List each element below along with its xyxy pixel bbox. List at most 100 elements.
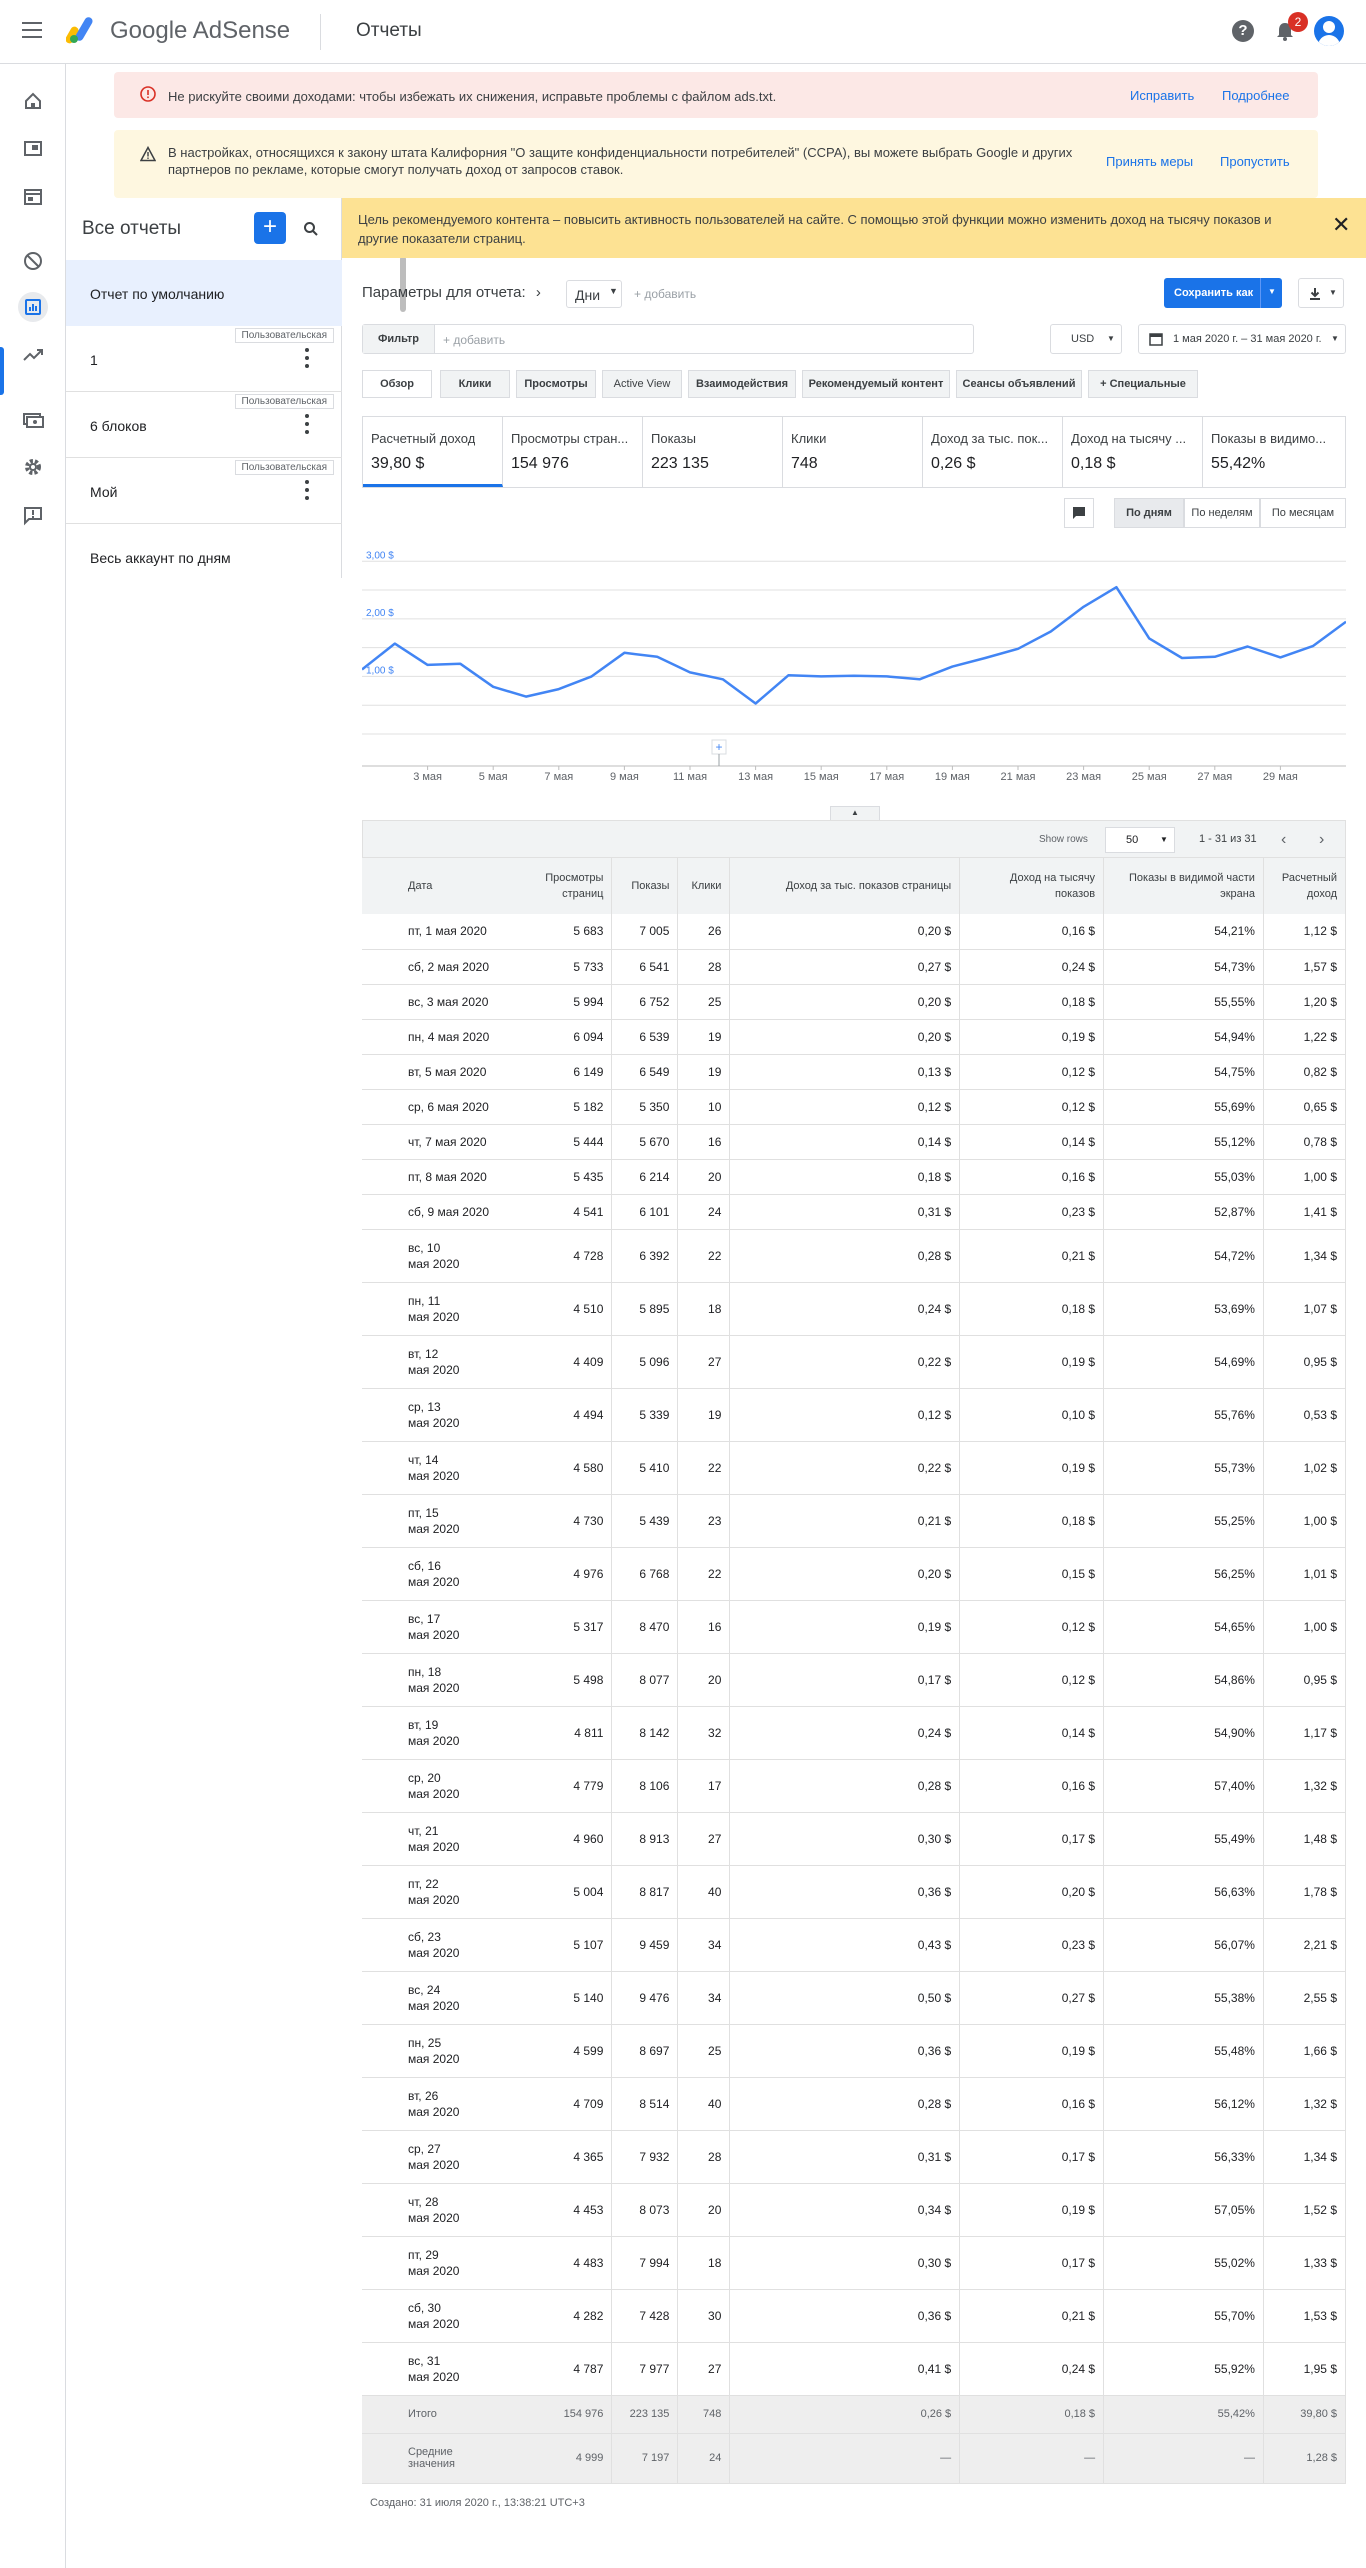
tab-clicks[interactable]: Клики — [440, 370, 510, 398]
caret-down-icon[interactable]: ▼ — [1268, 287, 1276, 296]
data-point[interactable] — [1209, 651, 1221, 663]
data-point[interactable] — [651, 651, 663, 663]
more-vert-icon[interactable] — [304, 412, 310, 436]
data-point[interactable] — [750, 697, 762, 709]
data-point[interactable] — [782, 669, 794, 681]
currency-value: USD — [1071, 333, 1095, 345]
download-button[interactable]: ▼ — [1298, 278, 1344, 308]
data-point[interactable] — [979, 652, 991, 664]
data-point[interactable] — [1143, 632, 1155, 644]
earnings-series-line[interactable] — [362, 585, 1346, 705]
fix-link[interactable]: Исправить — [1130, 88, 1194, 103]
by-day-toggle[interactable]: По дням — [1114, 498, 1184, 528]
add-dimension-link[interactable]: + добавить — [634, 287, 696, 301]
save-as-button[interactable]: Сохранить как ▼ — [1164, 278, 1282, 308]
date-range-select[interactable]: 1 мая 2020 г. – 31 мая 2020 г. ▼ — [1138, 324, 1346, 354]
more-vert-icon[interactable] — [304, 478, 310, 502]
avatar[interactable] — [1314, 16, 1344, 46]
data-point[interactable] — [454, 658, 466, 670]
blocking-icon[interactable] — [18, 246, 48, 276]
sites-icon[interactable] — [18, 182, 48, 212]
table-cell: 4 728 — [509, 1229, 613, 1283]
data-point[interactable] — [422, 659, 434, 671]
adsense-logo[interactable] — [66, 16, 98, 44]
metric-page-rpm[interactable]: Доход за тыс. пок... 0,26 $ — [923, 417, 1063, 487]
add-report-button[interactable]: + — [254, 212, 286, 244]
tab-interactions[interactable]: Взаимодействия — [688, 370, 796, 398]
col-header[interactable]: Клики — [677, 858, 731, 914]
reports-icon[interactable] — [18, 292, 48, 322]
data-point[interactable] — [881, 670, 893, 682]
report-item-6-blocks[interactable]: Пользовательская 6 блоков — [66, 392, 342, 458]
next-page-icon[interactable]: › — [1319, 831, 1324, 849]
by-week-toggle[interactable]: По неделям — [1184, 498, 1260, 528]
currency-select[interactable]: USD ▼ — [1050, 324, 1122, 354]
tab-active-view[interactable]: Active View — [602, 370, 682, 398]
report-item-my[interactable]: Пользовательская Мой — [66, 458, 342, 524]
report-item-1[interactable]: Пользовательская 1 — [66, 326, 342, 392]
dimension-select[interactable]: Дни ▼ — [566, 280, 622, 308]
metric-impressions[interactable]: Показы 223 135 — [643, 417, 783, 487]
take-action-link[interactable]: Принять меры — [1106, 154, 1193, 169]
col-header[interactable]: Доход на тысячу показов — [959, 858, 1105, 914]
data-point[interactable] — [815, 670, 827, 682]
data-point[interactable] — [586, 670, 598, 682]
data-point[interactable] — [1307, 640, 1319, 652]
metric-clicks[interactable]: Клики 748 — [783, 417, 923, 487]
home-icon[interactable] — [18, 86, 48, 116]
report-item-default[interactable]: Отчет по умолчанию — [66, 260, 342, 326]
data-point[interactable] — [1045, 626, 1057, 638]
col-header[interactable]: Дата — [362, 858, 510, 914]
metric-impression-rpm[interactable]: Доход на тысячу ... 0,18 $ — [1063, 417, 1203, 487]
tab-ad-sessions[interactable]: Сеансы объявлений — [956, 370, 1082, 398]
annotations-button[interactable] — [1064, 498, 1094, 528]
help-icon[interactable]: ? — [1232, 20, 1254, 42]
data-point[interactable] — [520, 691, 532, 703]
data-point[interactable] — [618, 647, 630, 659]
data-point[interactable] — [389, 638, 401, 650]
data-point[interactable] — [914, 673, 926, 685]
optimization-icon[interactable] — [18, 340, 48, 370]
prev-page-icon[interactable]: ‹ — [1281, 831, 1286, 849]
filter-input[interactable]: + добавить — [443, 333, 505, 347]
close-icon[interactable]: ✕ — [1332, 212, 1350, 238]
tab-custom[interactable]: + Специальные — [1088, 370, 1198, 398]
col-header[interactable]: Расчетный доход — [1263, 858, 1347, 914]
metric-page-views[interactable]: Просмотры стран... 154 976 — [503, 417, 643, 487]
data-point[interactable] — [848, 670, 860, 682]
settings-icon[interactable] — [18, 452, 48, 482]
learn-more-link[interactable]: Подробнее — [1222, 88, 1289, 103]
col-header[interactable]: Показы — [611, 858, 679, 914]
data-point[interactable] — [1110, 581, 1122, 593]
data-point[interactable] — [946, 661, 958, 673]
collapse-chart-button[interactable]: ▲ — [830, 806, 880, 820]
tab-recommended-content[interactable]: Рекомендуемый контент — [802, 370, 950, 398]
col-header[interactable]: Просмотры страниц — [509, 858, 613, 914]
data-point[interactable] — [487, 681, 499, 693]
payments-icon[interactable] — [18, 404, 48, 434]
by-month-toggle[interactable]: По месяцам — [1260, 498, 1346, 528]
data-point[interactable] — [1242, 640, 1254, 652]
data-point[interactable] — [1274, 651, 1286, 663]
metric-estimated-earnings[interactable]: Расчетный доход 39,80 $ — [363, 417, 503, 487]
filter-bar[interactable]: Фильтр + добавить — [362, 324, 974, 354]
data-point[interactable] — [553, 683, 565, 695]
report-item-account-by-day[interactable]: Весь аккаунт по дням — [66, 524, 342, 590]
tab-overview[interactable]: Обзор — [362, 370, 432, 398]
rows-per-page-select[interactable]: 50 ▼ — [1105, 827, 1175, 853]
col-header[interactable]: Доход за тыс. показов страницы — [729, 858, 961, 914]
data-point[interactable] — [684, 666, 696, 678]
metric-viewability[interactable]: Показы в видимо... 55,42% — [1203, 417, 1345, 487]
data-point[interactable] — [1012, 643, 1024, 655]
dismiss-link[interactable]: Пропустить — [1220, 154, 1290, 169]
data-point[interactable] — [1176, 652, 1188, 664]
search-icon[interactable] — [302, 220, 320, 238]
menu-icon[interactable] — [22, 22, 42, 38]
ads-icon[interactable] — [18, 134, 48, 164]
feedback-icon[interactable] — [18, 500, 48, 530]
data-point[interactable] — [1078, 601, 1090, 613]
more-vert-icon[interactable] — [304, 346, 310, 370]
tab-views[interactable]: Просмотры — [516, 370, 596, 398]
data-point[interactable] — [717, 673, 729, 685]
col-header[interactable]: Показы в видимой части экрана — [1103, 858, 1264, 914]
